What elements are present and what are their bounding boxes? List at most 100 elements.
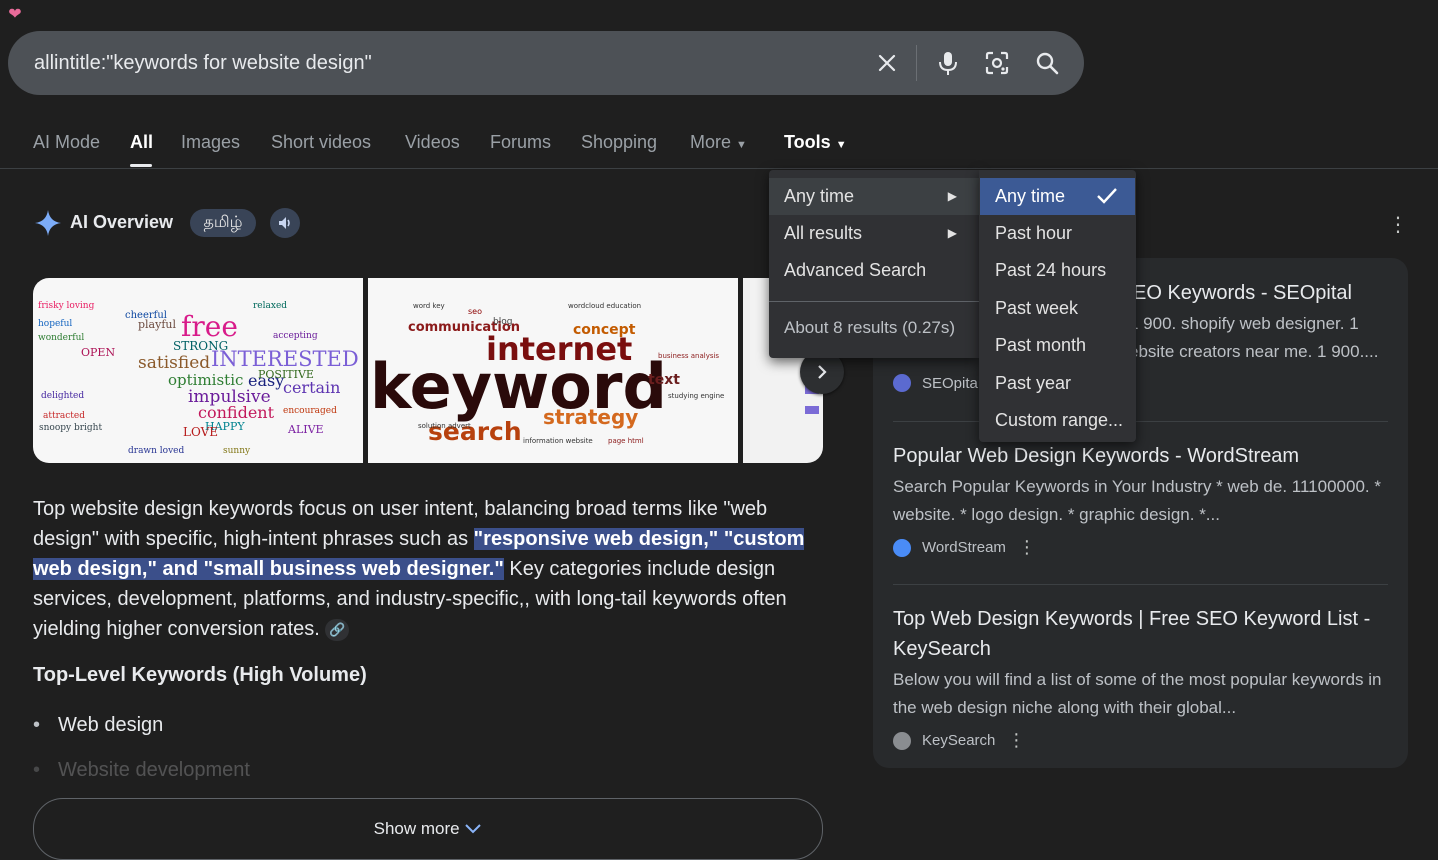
search-bar[interactable] [8,31,1084,95]
menu-item-label: All results [784,223,863,243]
svg-text:concept: concept [573,322,636,338]
svg-text:word key: word key [413,302,445,310]
list-item-label: Web design [58,714,164,736]
tab-more[interactable]: More ▼ [690,132,747,153]
word-cloud-graphic: free INTERESTED satisfied optimistic eas… [38,301,359,456]
show-more-button[interactable]: Show more [33,798,823,860]
time-option-past-24-hours[interactable]: Past 24 hours [980,252,1135,289]
tab-tools-label: Tools [784,132,831,152]
svg-text:delighted: delighted [41,391,84,401]
tab-all[interactable]: All [130,132,153,153]
result-snippet: Below you will find a list of some of th… [893,670,1382,717]
more-options-icon[interactable]: ⋮ [1007,730,1025,751]
checkmark-icon [1097,188,1117,204]
wordstream-favicon-icon [893,538,911,557]
tab-short-videos[interactable]: Short videos [271,132,371,153]
microphone-icon[interactable] [933,48,963,78]
more-options-icon[interactable]: ⋮ [1388,212,1408,238]
menu-item-label: Any time [784,186,855,206]
result-card-keysearch[interactable]: Top Web Design Keywords | Free SEO Keywo… [893,604,1388,751]
language-chip[interactable]: தமிழ் [190,209,256,237]
close-icon[interactable] [872,48,902,78]
feelings-word-cloud-image[interactable]: free INTERESTED satisfied optimistic eas… [33,278,363,463]
svg-text:seo: seo [468,307,482,316]
search-tabs: AI Mode All Images Short videos Videos F… [0,120,1438,168]
more-options-icon[interactable]: ⋮ [1018,537,1036,558]
tab-tools[interactable]: Tools ▼ [784,132,847,153]
source-name: SEOpita [922,374,978,392]
time-filter-submenu: Any time Past hour Past 24 hours Past we… [979,170,1136,442]
result-divider [893,584,1388,585]
list-item: Website development [33,759,250,782]
tab-images[interactable]: Images [181,132,240,153]
time-option-past-hour[interactable]: Past hour [980,215,1135,252]
svg-text:frisky loving: frisky loving [38,301,95,311]
tab-shopping[interactable]: Shopping [581,132,657,153]
chevron-down-icon: ▼ [736,139,747,151]
time-option-past-week[interactable]: Past week [980,290,1135,327]
result-title[interactable]: Popular Web Design Keywords - WordStream [893,441,1388,471]
lens-camera-icon[interactable] [982,48,1012,78]
svg-text:accepting: accepting [273,331,318,341]
chevron-right-icon [818,365,827,379]
tab-videos[interactable]: Videos [405,132,460,153]
menu-item-any-time[interactable]: Any time ▶ [769,178,979,215]
svg-text:solution advert: solution advert [418,422,471,430]
result-stats: About 8 results (0.27s) [784,318,956,337]
result-source: WordStream ⋮ [893,537,1388,558]
listen-button[interactable] [270,208,300,238]
speaker-icon [279,217,290,229]
time-option-custom-range[interactable]: Custom range... [980,402,1135,439]
svg-text:sunny: sunny [223,446,251,456]
keyword-word-cloud-image[interactable]: internet keyword search strategy communi… [368,278,738,463]
svg-text:hopeful: hopeful [38,319,72,329]
time-option-past-year[interactable]: Past year [980,365,1135,402]
svg-text:relaxed: relaxed [253,301,287,311]
svg-text:encouraged: encouraged [283,406,337,416]
svg-text:information website: information website [523,437,593,445]
svg-text:wordcloud education: wordcloud education [568,302,641,310]
time-option-label: Any time [995,186,1066,206]
sparkle-icon [35,210,61,236]
svg-text:cheerful: cheerful [125,310,167,321]
chevron-down-icon: ▼ [835,139,847,151]
svg-text:OPEN: OPEN [81,346,115,359]
tab-more-label: More [690,132,732,152]
source-name: KeySearch [922,732,996,749]
search-input[interactable] [34,31,854,95]
source-link-icon[interactable]: 🔗 [325,618,350,641]
menu-item-label: Advanced Search [784,260,927,280]
result-divider [893,421,1388,422]
keysearch-favicon-icon [893,731,911,750]
tab-forums[interactable]: Forums [490,132,551,153]
snippet-line: ebsite creators near me. 1 900.... [1129,342,1379,361]
result-source: SEOpita [893,374,1388,392]
svg-text:STRONG: STRONG [173,339,228,353]
svg-text:wonderful: wonderful [38,333,84,343]
show-more-text: Show more [373,819,460,838]
svg-text:LOVE: LOVE [183,425,218,439]
menu-item-advanced-search[interactable]: Advanced Search [769,252,979,289]
list-item: Web design [33,714,163,737]
menu-item-all-results[interactable]: All results ▶ [769,215,979,252]
menu-divider [769,301,979,302]
word-cloud-graphic: internet keyword search strategy communi… [370,302,724,446]
ai-overview-header: AI Overview தமிழ் [34,206,334,240]
result-title[interactable]: Top Web Design Keywords | Free SEO Keywo… [893,604,1388,664]
svg-text:satisfied: satisfied [138,353,210,373]
svg-text:attracted: attracted [43,411,85,421]
source-name: WordStream [922,539,1006,556]
list-item-label: Website development [58,759,250,781]
heart-icon: ❤ [8,6,22,23]
tab-ai-mode[interactable]: AI Mode [33,132,100,153]
svg-text:snoopy bright: snoopy bright [39,423,102,433]
result-source: KeySearch ⋮ [893,730,1388,751]
time-option-past-month[interactable]: Past month [980,327,1135,364]
result-card-wordstream[interactable]: Popular Web Design Keywords - WordStream… [893,441,1388,558]
search-icon[interactable] [1032,48,1062,78]
tools-menu: Any time ▶ All results ▶ Advanced Search… [769,170,979,358]
time-option-any-time[interactable]: Any time [980,178,1135,215]
seopital-favicon-icon [893,374,911,392]
svg-text:strategy: strategy [543,405,638,429]
svg-text:POSITIVE: POSITIVE [258,368,314,381]
